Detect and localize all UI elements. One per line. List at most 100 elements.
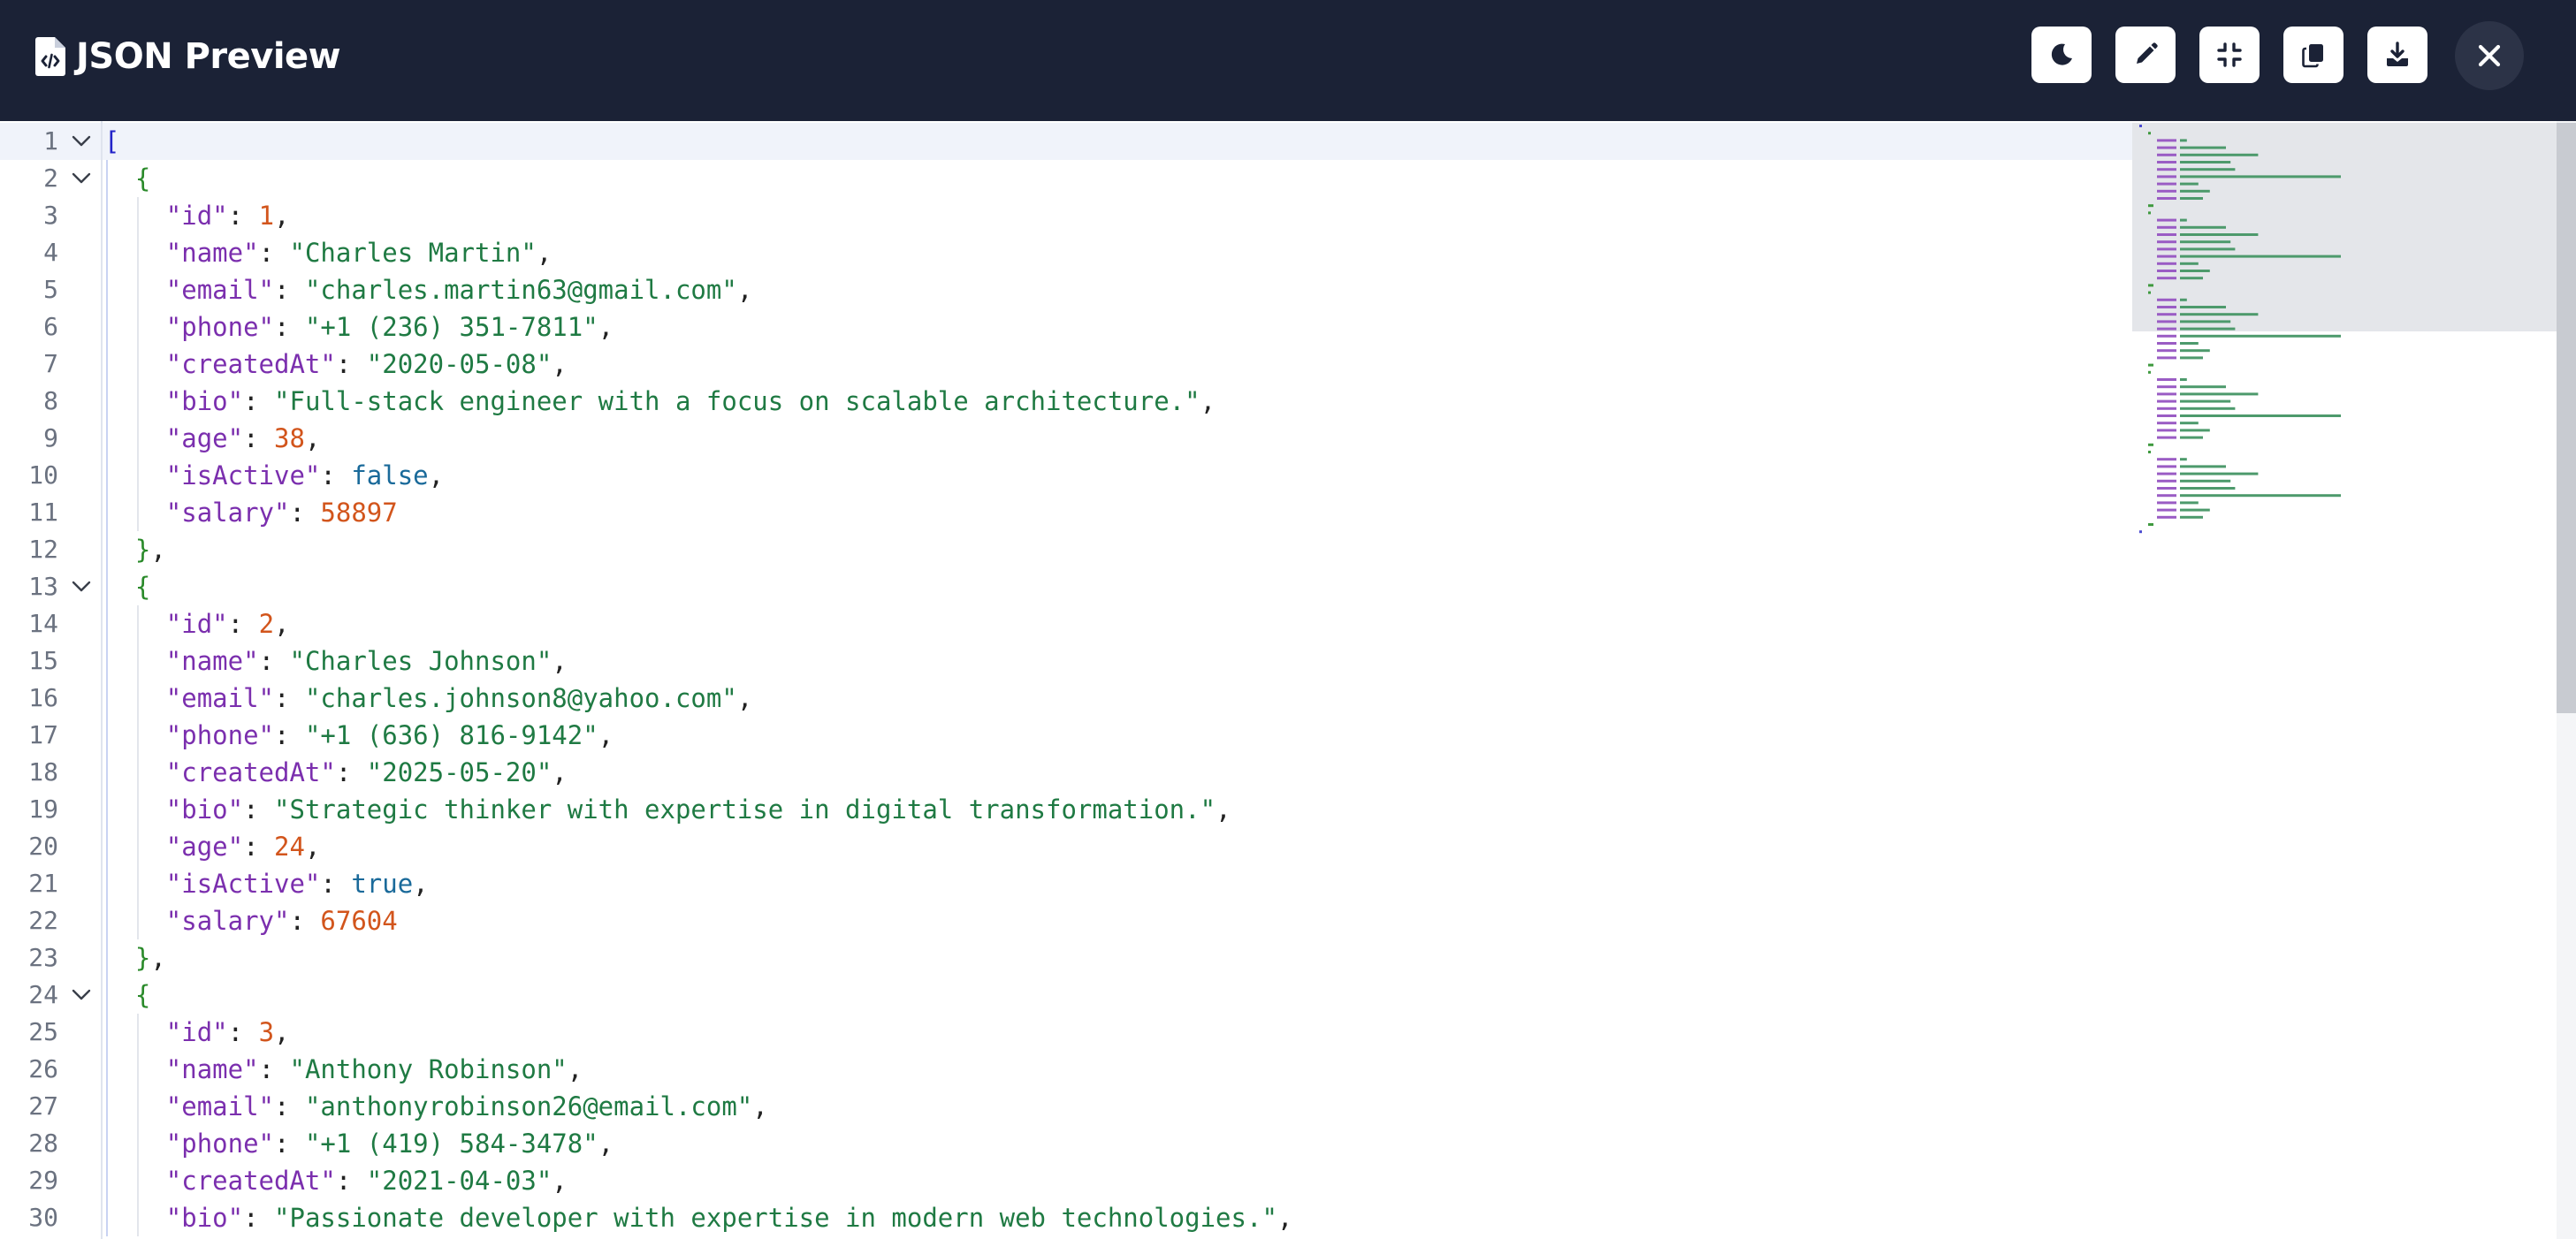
token-str: "+1 (419) 584-3478" — [304, 1129, 598, 1159]
line-number: 15 — [28, 646, 58, 675]
token-punc: : — [335, 757, 367, 787]
code-line[interactable]: "salary": 58897 — [166, 494, 398, 531]
edit-button[interactable] — [2115, 27, 2176, 83]
close-button[interactable] — [2455, 21, 2524, 90]
token-str: "+1 (636) 816-9142" — [304, 720, 598, 750]
token-key: "email" — [165, 275, 275, 305]
minimap-mark — [2180, 327, 2236, 331]
code-line[interactable]: }, — [135, 531, 166, 568]
toolbar — [2031, 27, 2451, 83]
copy-button[interactable] — [2283, 27, 2344, 83]
token-key: "phone" — [165, 312, 275, 342]
minimap-mark — [2157, 298, 2176, 301]
minimap-mark — [2157, 378, 2176, 381]
minimap-mark — [2157, 407, 2176, 410]
fold-chevron-icon[interactable] — [71, 577, 92, 597]
code-line[interactable]: "isActive": true, — [166, 865, 429, 902]
minimap-mark — [2157, 270, 2176, 272]
minimap-mark — [2157, 233, 2176, 236]
code-line[interactable]: "createdAt": "2021-04-03", — [166, 1162, 568, 1199]
token-brace: { — [134, 980, 151, 1010]
token-str: "Strategic thinker with expertise in dig… — [274, 794, 1216, 825]
code-line[interactable]: "id": 2, — [166, 605, 290, 642]
code-line[interactable]: "createdAt": "2025-05-20", — [166, 754, 568, 791]
code-line[interactable]: "phone": "+1 (419) 584-3478", — [166, 1125, 614, 1162]
code-line[interactable]: "createdAt": "2020-05-08", — [166, 346, 568, 383]
minimap-mark — [2157, 342, 2176, 345]
minimap-mark — [2139, 530, 2142, 534]
json-file-icon — [35, 37, 65, 76]
code-line[interactable]: [ — [104, 123, 119, 160]
fold-chevron-icon[interactable] — [71, 985, 92, 1005]
line-number: 14 — [28, 609, 58, 638]
app-title: JSON Preview — [76, 36, 341, 77]
code-line[interactable]: "bio": "Passionate developer with expert… — [166, 1199, 1293, 1236]
theme-toggle-button[interactable] — [2031, 27, 2092, 83]
download-button[interactable] — [2367, 27, 2427, 83]
code-line[interactable]: "name": "Charles Johnson", — [166, 642, 568, 680]
line-number: 26 — [28, 1054, 58, 1083]
code-line[interactable]: "email": "anthonyrobinson26@email.com", — [166, 1088, 768, 1125]
token-punc: : — [243, 832, 275, 862]
minimap-mark — [2148, 363, 2153, 367]
line-number-row: 8 — [0, 383, 103, 420]
minimap-mark — [2180, 218, 2187, 222]
token-punc: : — [243, 1203, 275, 1233]
minimap[interactable] — [2132, 121, 2557, 1239]
line-number: 20 — [28, 832, 58, 861]
token-str: "2025-05-20" — [366, 757, 553, 787]
code-line[interactable]: "bio": "Full-stack engineer with a focus… — [166, 383, 1216, 420]
token-str: "Full-stack engineer with a focus on sca… — [274, 386, 1200, 416]
line-number-row: 5 — [0, 271, 103, 308]
minimap-mark — [2180, 197, 2203, 200]
code-line[interactable]: }, — [135, 939, 166, 977]
token-key: "isActive" — [165, 460, 321, 490]
line-number-row: 24 — [0, 977, 103, 1014]
download-icon — [2387, 42, 2408, 66]
minimap-mark — [2148, 211, 2151, 215]
line-number-row: 18 — [0, 754, 103, 791]
minimap-mark — [2157, 255, 2176, 258]
code-line[interactable]: "phone": "+1 (636) 816-9142", — [166, 717, 614, 754]
minimap-mark — [2148, 291, 2151, 294]
code-line[interactable]: "name": "Charles Martin", — [166, 234, 553, 271]
code-line[interactable]: "age": 24, — [166, 828, 321, 865]
code-line[interactable]: "name": "Anthony Robinson", — [166, 1051, 583, 1088]
minimap-mark — [2157, 508, 2176, 512]
code-line[interactable]: { — [135, 160, 150, 197]
minimap-mark — [2180, 270, 2210, 272]
minimap-mark — [2180, 146, 2226, 149]
fold-chevron-icon[interactable] — [71, 132, 92, 151]
token-punc: , — [598, 1129, 614, 1159]
code-line[interactable]: "phone": "+1 (236) 351-7811", — [166, 308, 614, 346]
minimap-mark — [2180, 429, 2210, 432]
code-line[interactable]: "id": 1, — [166, 197, 290, 234]
code-line[interactable]: { — [135, 977, 150, 1014]
code-line[interactable]: "salary": 67604 — [166, 902, 398, 939]
code-line[interactable]: "isActive": false, — [166, 457, 444, 494]
line-number-row: 21 — [0, 865, 103, 902]
collapse-button[interactable] — [2199, 27, 2260, 83]
minimap-mark — [2157, 422, 2176, 425]
line-number-row: 27 — [0, 1088, 103, 1125]
code-line[interactable]: "email": "charles.johnson8@yahoo.com", — [166, 680, 752, 717]
code-line[interactable]: "id": 3, — [166, 1014, 290, 1051]
json-editor[interactable]: 1 2 3 4 5 6 7 8 9 10 11 12 13 14 15 16 17 18 19 20 21 22 23 24 2… — [0, 121, 2576, 1239]
token-punc: : — [243, 423, 275, 453]
code-line[interactable]: "bio": "Strategic thinker with expertise… — [166, 791, 1231, 828]
token-num: 58897 — [320, 498, 398, 528]
line-number: 13 — [28, 572, 58, 601]
line-number-row: 19 — [0, 791, 103, 828]
scrollbar-thumb[interactable] — [2557, 123, 2576, 713]
code-line[interactable]: "email": "charles.martin63@gmail.com", — [166, 271, 752, 308]
fold-chevron-icon[interactable] — [71, 169, 92, 188]
line-number-row: 14 — [0, 605, 103, 642]
token-key: "bio" — [165, 386, 244, 416]
line-number-row: 1 — [0, 123, 103, 160]
token-punc: , — [598, 312, 614, 342]
token-num: 3 — [258, 1017, 275, 1047]
code-line[interactable]: "age": 38, — [166, 420, 321, 457]
code-line[interactable]: { — [135, 568, 150, 605]
minimap-mark — [2180, 168, 2236, 171]
line-number: 18 — [28, 757, 58, 787]
